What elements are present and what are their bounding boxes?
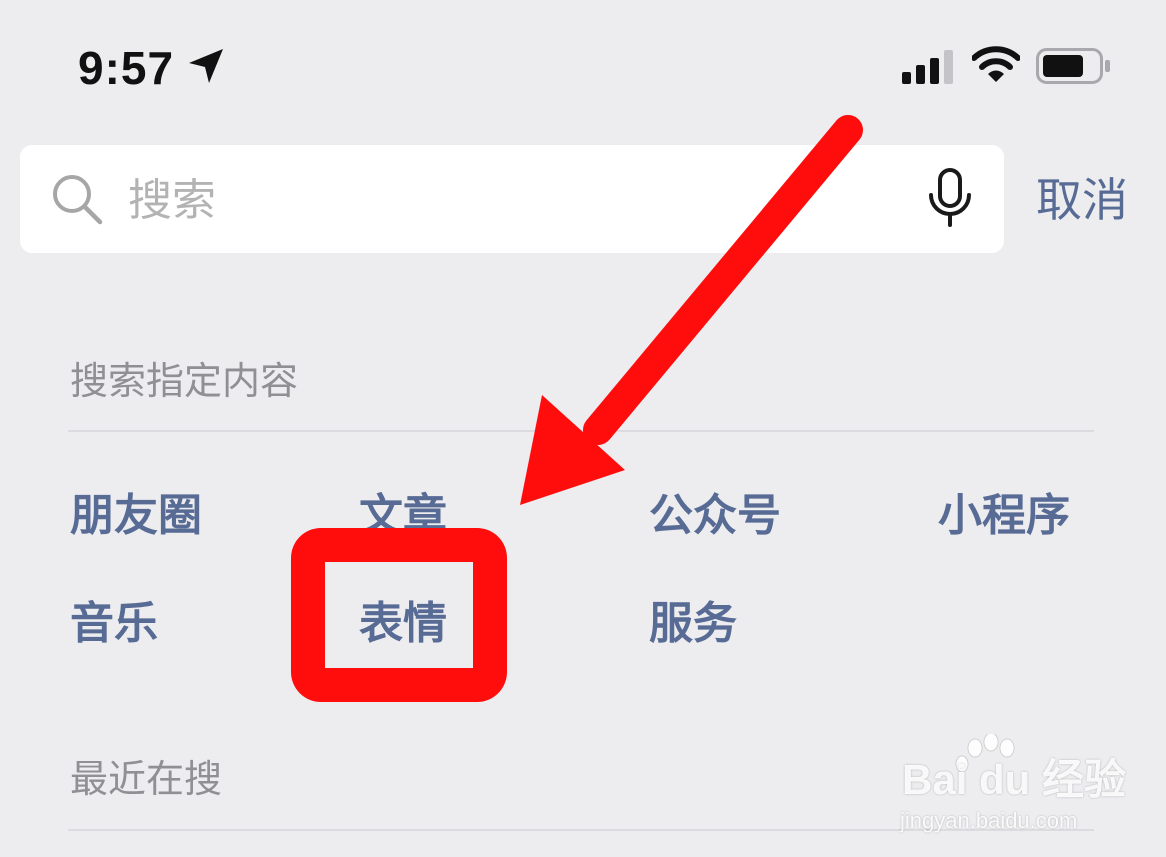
category-moments[interactable]: 朋友圈 [70, 488, 202, 544]
search-icon [53, 175, 103, 225]
wifi-icon [972, 46, 1020, 82]
category-mini-programs[interactable]: 小程序 [938, 488, 1070, 544]
search-input[interactable] [128, 168, 888, 232]
status-time: 9:57 [78, 42, 175, 94]
baidu-watermark-url: jingyan.baidu.com [900, 808, 1078, 833]
cancel-button[interactable]: 取消 [1036, 168, 1128, 232]
category-official-accounts[interactable]: 公众号 [649, 488, 781, 544]
cellular-signal-icon [902, 50, 953, 84]
category-articles[interactable]: 文章 [359, 488, 447, 544]
location-arrow-icon [189, 49, 223, 83]
divider [68, 430, 1094, 432]
microphone-icon[interactable] [926, 167, 974, 229]
section-title-specified-content: 搜索指定内容 [70, 359, 299, 403]
baidu-watermark-brand: Bai du 经验 [902, 756, 1127, 803]
red-arrow-annotation [520, 115, 863, 505]
battery-icon [1036, 48, 1110, 84]
section-title-recent-searches: 最近在搜 [70, 757, 223, 801]
category-stickers[interactable]: 表情 [359, 596, 447, 652]
category-services[interactable]: 服务 [649, 596, 737, 652]
category-music[interactable]: 音乐 [70, 596, 158, 652]
